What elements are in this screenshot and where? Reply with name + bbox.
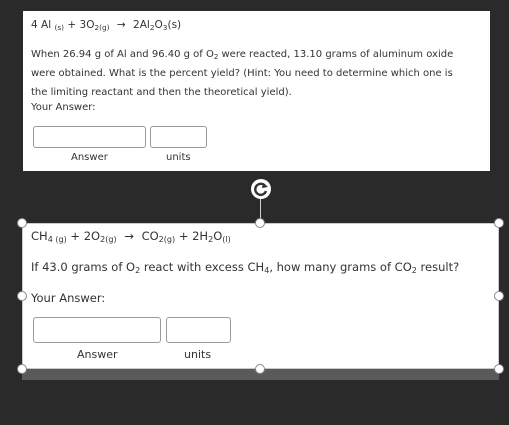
resize-handle-top-left[interactable]: [17, 218, 27, 228]
your-answer-label: Your Answer:: [31, 102, 96, 113]
resize-handle-bottom[interactable]: [255, 364, 265, 374]
resize-handle-bottom-right[interactable]: [494, 364, 504, 374]
question-text: If 43.0 grams of O2 react with excess CH…: [31, 260, 460, 275]
units-input[interactable]: [166, 317, 231, 343]
resize-handle-bottom-left[interactable]: [17, 364, 27, 374]
answer-label: Answer: [71, 152, 108, 163]
your-answer-label: Your Answer:: [31, 291, 106, 305]
units-input[interactable]: [150, 126, 207, 148]
resize-handle-top-right[interactable]: [494, 218, 504, 228]
chemical-equation: 4 Al (s) + 3O2(g) → 2Al2O3(s): [31, 19, 182, 32]
question-card-methane[interactable]: CH4 (g) + 2O2(g) → CO2(g) + 2H2O(l) If 4…: [22, 223, 499, 369]
resize-handle-top[interactable]: [255, 218, 265, 228]
rotate-icon[interactable]: [250, 178, 272, 200]
units-label: units: [166, 152, 191, 163]
resize-handle-left[interactable]: [17, 291, 27, 301]
answer-input[interactable]: [33, 126, 146, 148]
question-text: When 26.94 g of Al and 96.40 g of O2 wer…: [31, 49, 454, 98]
answer-input[interactable]: [33, 317, 161, 343]
question-card-aluminum: 4 Al (s) + 3O2(g) → 2Al2O3(s) When 26.94…: [23, 11, 490, 171]
chemical-equation: CH4 (g) + 2O2(g) → CO2(g) + 2H2O(l): [31, 229, 231, 244]
answer-label: Answer: [77, 348, 118, 361]
units-label: units: [184, 348, 212, 361]
resize-handle-right[interactable]: [494, 291, 504, 301]
